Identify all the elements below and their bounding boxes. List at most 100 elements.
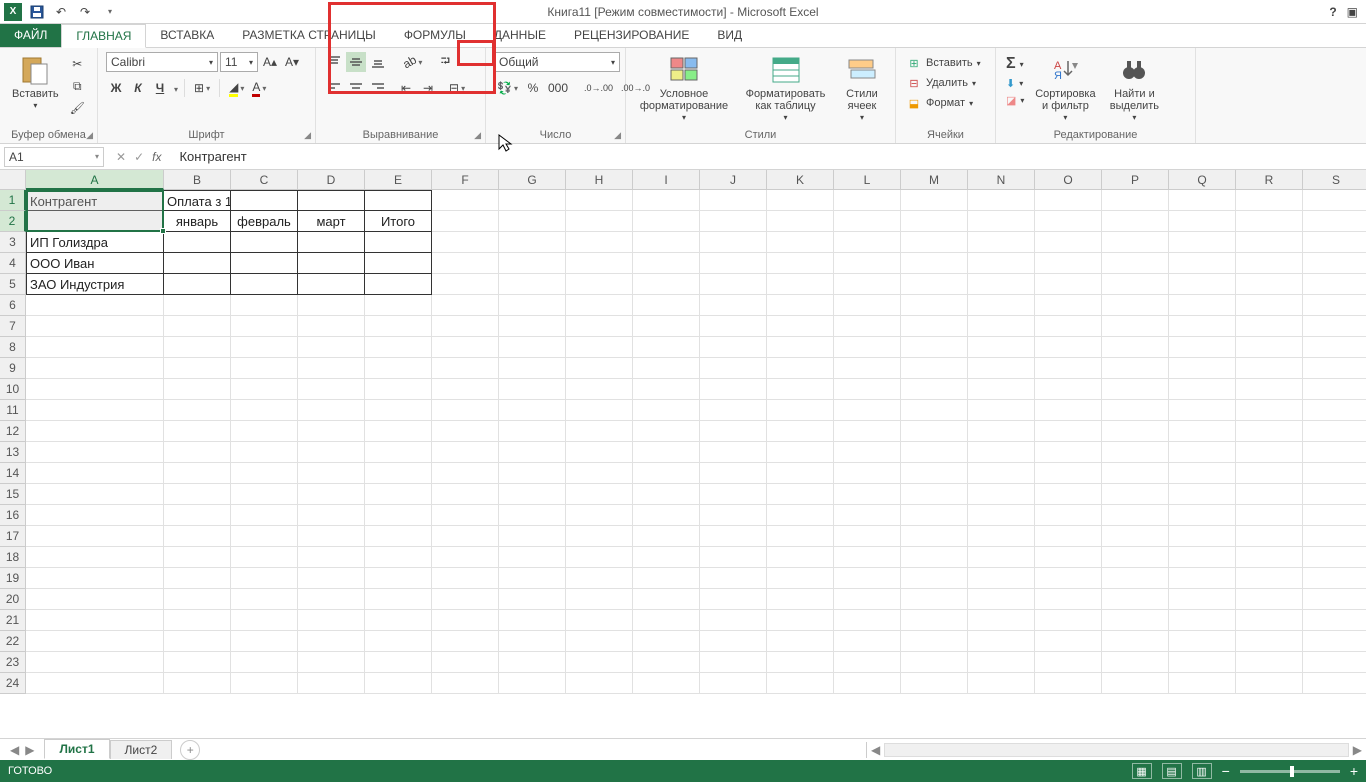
cell-F4[interactable] [432, 253, 499, 274]
sheet-nav-prev[interactable]: ◀ [10, 743, 19, 757]
cell-L10[interactable] [834, 379, 901, 400]
col-header-J[interactable]: J [700, 170, 767, 190]
borders-button[interactable]: ⊞ [191, 78, 213, 98]
row-header-20[interactable]: 20 [0, 589, 26, 610]
cell-E23[interactable] [365, 652, 432, 673]
cell-E7[interactable] [365, 316, 432, 337]
cell-F22[interactable] [432, 631, 499, 652]
cell-N22[interactable] [968, 631, 1035, 652]
cell-B18[interactable] [164, 547, 231, 568]
cell-R11[interactable] [1236, 400, 1303, 421]
cell-J4[interactable] [700, 253, 767, 274]
row-header-24[interactable]: 24 [0, 673, 26, 694]
cell-S9[interactable] [1303, 358, 1366, 379]
cell-I7[interactable] [633, 316, 700, 337]
cell-B24[interactable] [164, 673, 231, 694]
tab-insert[interactable]: ВСТАВКА [146, 23, 228, 47]
cell-Q10[interactable] [1169, 379, 1236, 400]
cell-A19[interactable] [26, 568, 164, 589]
row-header-7[interactable]: 7 [0, 316, 26, 337]
cell-B7[interactable] [164, 316, 231, 337]
cell-O21[interactable] [1035, 610, 1102, 631]
cell-S11[interactable] [1303, 400, 1366, 421]
cell-Q5[interactable] [1169, 274, 1236, 295]
cell-L7[interactable] [834, 316, 901, 337]
cell-F20[interactable] [432, 589, 499, 610]
cell-K20[interactable] [767, 589, 834, 610]
cell-R17[interactable] [1236, 526, 1303, 547]
cell-J21[interactable] [700, 610, 767, 631]
cell-B15[interactable] [164, 484, 231, 505]
paste-button[interactable]: Вставить ▾ [8, 52, 63, 113]
cell-L11[interactable] [834, 400, 901, 421]
cell-L4[interactable] [834, 253, 901, 274]
cell-N20[interactable] [968, 589, 1035, 610]
cell-I11[interactable] [633, 400, 700, 421]
cell-A23[interactable] [26, 652, 164, 673]
row-header-11[interactable]: 11 [0, 400, 26, 421]
cell-J3[interactable] [700, 232, 767, 253]
cell-S4[interactable] [1303, 253, 1366, 274]
cell-O5[interactable] [1035, 274, 1102, 295]
cell-C13[interactable] [231, 442, 298, 463]
cell-I12[interactable] [633, 421, 700, 442]
row-header-19[interactable]: 19 [0, 568, 26, 589]
cell-M20[interactable] [901, 589, 968, 610]
col-header-F[interactable]: F [432, 170, 499, 190]
cell-L18[interactable] [834, 547, 901, 568]
cell-P20[interactable] [1102, 589, 1169, 610]
cell-C2[interactable]: февраль [231, 211, 298, 232]
cell-E15[interactable] [365, 484, 432, 505]
cell-D1[interactable] [298, 190, 365, 211]
cell-I8[interactable] [633, 337, 700, 358]
cell-D10[interactable] [298, 379, 365, 400]
align-left-button[interactable] [324, 78, 344, 98]
cell-L3[interactable] [834, 232, 901, 253]
cell-L2[interactable] [834, 211, 901, 232]
cell-Q17[interactable] [1169, 526, 1236, 547]
cell-S16[interactable] [1303, 505, 1366, 526]
cell-P11[interactable] [1102, 400, 1169, 421]
cell-C16[interactable] [231, 505, 298, 526]
col-header-A[interactable]: A [26, 170, 164, 190]
cell-L16[interactable] [834, 505, 901, 526]
cell-S3[interactable] [1303, 232, 1366, 253]
cell-G16[interactable] [499, 505, 566, 526]
cell-L1[interactable] [834, 190, 901, 211]
fill-color-button[interactable]: ◢ [226, 78, 247, 98]
cell-S22[interactable] [1303, 631, 1366, 652]
cell-B19[interactable] [164, 568, 231, 589]
cell-C5[interactable] [231, 274, 298, 295]
cell-M22[interactable] [901, 631, 968, 652]
cell-S14[interactable] [1303, 463, 1366, 484]
cell-K10[interactable] [767, 379, 834, 400]
cell-S17[interactable] [1303, 526, 1366, 547]
cell-O13[interactable] [1035, 442, 1102, 463]
row-header-3[interactable]: 3 [0, 232, 26, 253]
cell-B13[interactable] [164, 442, 231, 463]
cell-K6[interactable] [767, 295, 834, 316]
cell-D24[interactable] [298, 673, 365, 694]
cell-D20[interactable] [298, 589, 365, 610]
cell-D18[interactable] [298, 547, 365, 568]
cell-J23[interactable] [700, 652, 767, 673]
cell-M10[interactable] [901, 379, 968, 400]
cell-I3[interactable] [633, 232, 700, 253]
cell-A8[interactable] [26, 337, 164, 358]
cell-C1[interactable] [231, 190, 298, 211]
accounting-format-button[interactable]: 💱 [494, 78, 521, 98]
cell-S5[interactable] [1303, 274, 1366, 295]
cell-D4[interactable] [298, 253, 365, 274]
cell-G12[interactable] [499, 421, 566, 442]
cell-G14[interactable] [499, 463, 566, 484]
cell-K1[interactable] [767, 190, 834, 211]
cell-L23[interactable] [834, 652, 901, 673]
cell-O2[interactable] [1035, 211, 1102, 232]
cell-O4[interactable] [1035, 253, 1102, 274]
conditional-formatting-button[interactable]: Условное форматирование▾ [634, 52, 734, 125]
decrease-font-button[interactable]: A▾ [282, 52, 302, 72]
comma-button[interactable]: 000 [545, 78, 571, 98]
cell-O19[interactable] [1035, 568, 1102, 589]
cell-N19[interactable] [968, 568, 1035, 589]
cell-Q4[interactable] [1169, 253, 1236, 274]
